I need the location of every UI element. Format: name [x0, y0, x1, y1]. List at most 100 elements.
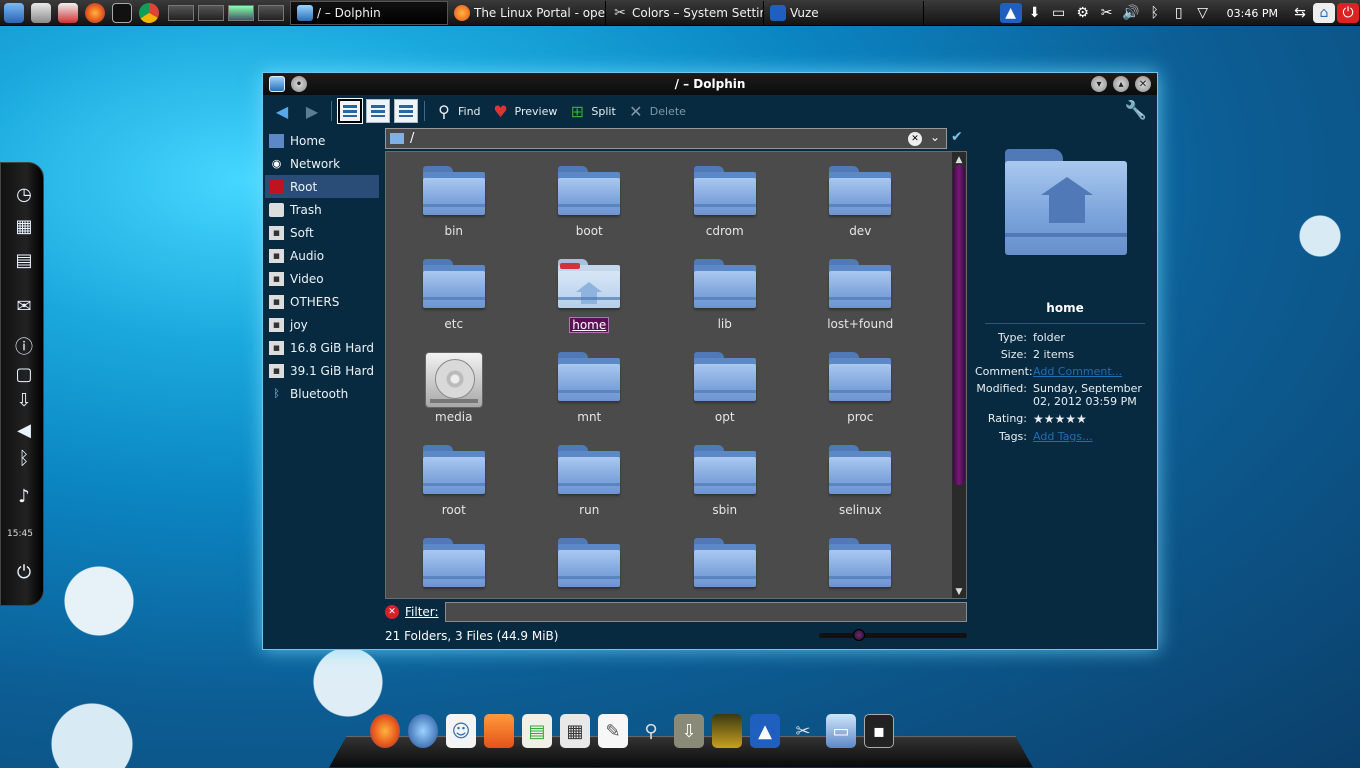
magnifier-clock-icon[interactable]: ⚲ [636, 714, 666, 748]
lock-icon[interactable]: ⌂ [1313, 3, 1335, 23]
folder-item[interactable]: root [386, 431, 522, 524]
info-icon[interactable]: ⓘ [11, 333, 37, 359]
terminal-icon[interactable]: ▪ [864, 714, 894, 748]
download-arrow-icon[interactable]: ⇩ [11, 387, 37, 413]
zoom-slider[interactable] [819, 629, 967, 641]
image-viewer-icon[interactable] [712, 714, 742, 748]
folder-item[interactable]: selinux [793, 431, 929, 524]
folder-item[interactable]: opt [657, 338, 793, 431]
split-button[interactable]: ⊞ Split [562, 98, 620, 124]
location-bar[interactable]: / ✕ ⌄ [385, 128, 947, 149]
filter-input[interactable] [444, 602, 967, 622]
folder-item[interactable]: etc [386, 245, 522, 338]
thunderbird-icon[interactable] [408, 714, 438, 748]
chat-icon[interactable]: ☺ [446, 714, 476, 748]
chevron-down-icon[interactable]: ⌄ [930, 130, 940, 144]
scissors-icon[interactable]: ✂ [1096, 3, 1118, 23]
home-folder-icon[interactable]: ▦ [11, 213, 37, 239]
place-joy[interactable]: ▪ joy [265, 313, 379, 336]
folder-item[interactable]: lost+found [793, 245, 929, 338]
close-button[interactable]: ✕ [1135, 76, 1151, 92]
volume-icon[interactable]: 🔊 [1120, 3, 1142, 23]
back-button[interactable]: ◀ [267, 98, 297, 124]
details-view-button[interactable] [366, 99, 390, 123]
task-firefox[interactable]: The Linux Portal - oper [448, 0, 606, 25]
panel-clock[interactable]: 03:46 PM [1227, 7, 1278, 20]
maximize-button[interactable]: ▴ [1113, 76, 1129, 92]
file-view[interactable]: bin boot cdrom dev etc home lib lost+fou… [385, 151, 967, 599]
power-dock-icon[interactable]: ⏻ [11, 559, 37, 585]
firefox-icon[interactable] [370, 714, 400, 748]
network-icon[interactable]: ▽ [1192, 3, 1214, 23]
vuze-tray-icon[interactable]: ▲ [999, 3, 1022, 23]
download-icon[interactable]: ⬇ [1024, 3, 1046, 23]
icons-view-button[interactable] [338, 99, 362, 123]
place-audio[interactable]: ▪ Audio [265, 244, 379, 267]
configure-wrench-icon[interactable]: 🔧 [1125, 100, 1147, 121]
folder-item[interactable]: bin [386, 152, 522, 245]
virtual-desktop-pager[interactable] [168, 4, 284, 21]
desktop-3[interactable] [228, 4, 254, 21]
folder-item[interactable] [386, 524, 522, 598]
desktop-2[interactable] [198, 4, 224, 21]
drive-icon[interactable]: ▭ [1048, 3, 1070, 23]
volume-dock-icon[interactable]: ♪ [11, 483, 37, 509]
calculator-icon[interactable]: ▦ [560, 714, 590, 748]
window-menu-icon[interactable] [269, 76, 285, 92]
folder-item[interactable]: proc [793, 338, 929, 431]
settings-gear-icon[interactable]: ⚙ [1072, 3, 1094, 23]
speaker-icon[interactable]: ◀ [11, 417, 37, 443]
shopping-bag-icon[interactable] [484, 714, 514, 748]
add-tags-link[interactable]: Add Tags... [1033, 430, 1093, 443]
folder-item[interactable]: sbin [657, 431, 793, 524]
file-manager-icon[interactable]: ▭ [826, 714, 856, 748]
office-document-icon[interactable]: ▤ [522, 714, 552, 748]
terminal-launcher[interactable] [108, 0, 135, 26]
folder-item[interactable]: boot [522, 152, 658, 245]
folder-item-selected[interactable]: home [522, 245, 658, 338]
place-home[interactable]: Home [265, 129, 379, 152]
mail-icon[interactable]: ✉ [11, 293, 37, 319]
vuze-icon[interactable]: ▲ [750, 714, 780, 748]
folder-item[interactable]: run [522, 431, 658, 524]
folder-item[interactable]: dev [793, 152, 929, 245]
place-others[interactable]: ▪ OTHERS [265, 290, 379, 313]
place-hard-drive-16[interactable]: ▪ 16.8 GiB Hard ... [265, 336, 379, 359]
task-system-settings[interactable]: ✂ Colors – System Setting [606, 0, 764, 25]
place-hard-drive-39[interactable]: ▪ 39.1 GiB Hard ... [265, 359, 379, 382]
place-network[interactable]: ◉ Network [265, 152, 379, 175]
chrome-launcher[interactable] [135, 0, 162, 26]
minimize-button[interactable]: ▾ [1091, 76, 1107, 92]
notes-icon[interactable]: ▢ [11, 361, 37, 387]
folder-item[interactable]: media [386, 338, 522, 431]
power-icon[interactable]: ⏻ [1337, 3, 1359, 23]
folder-item[interactable] [657, 524, 793, 598]
software-center-launcher[interactable] [54, 0, 81, 26]
delete-button[interactable]: ✕ Delete [621, 98, 691, 124]
place-video[interactable]: ▪ Video [265, 267, 379, 290]
firefox-launcher[interactable] [81, 0, 108, 26]
bluetooth-dock-icon[interactable]: ᛒ [11, 445, 37, 471]
mail-launcher[interactable] [27, 0, 54, 26]
downloads-folder-icon[interactable]: ⇩ [674, 714, 704, 748]
text-editor-icon[interactable]: ✎ [598, 714, 628, 748]
bluetooth-icon[interactable]: ᛒ [1144, 3, 1166, 23]
folder-icon[interactable]: ▤ [11, 247, 37, 273]
task-vuze[interactable]: Vuze [764, 0, 924, 25]
confirm-check-icon[interactable]: ✔ [951, 129, 963, 145]
clear-location-icon[interactable]: ✕ [908, 132, 922, 146]
close-filter-icon[interactable]: ✕ [385, 605, 399, 619]
place-bluetooth[interactable]: ᛒ Bluetooth [265, 382, 379, 405]
folder-item[interactable] [793, 524, 929, 598]
window-titlebar[interactable]: • / – Dolphin ▾ ▴ ✕ [263, 73, 1157, 95]
place-root[interactable]: Root [265, 175, 379, 198]
desktop-4[interactable] [258, 4, 284, 21]
preview-button[interactable]: ♥ Preview [486, 98, 563, 124]
place-trash[interactable]: Trash [265, 198, 379, 221]
kde-menu-launcher[interactable] [0, 0, 27, 26]
desktop-1[interactable] [168, 4, 194, 21]
pin-button[interactable]: • [291, 76, 307, 92]
phone-icon[interactable]: ▯ [1168, 3, 1190, 23]
task-dolphin[interactable]: / – Dolphin [290, 0, 448, 25]
system-settings-icon[interactable]: ✂ [788, 714, 818, 748]
